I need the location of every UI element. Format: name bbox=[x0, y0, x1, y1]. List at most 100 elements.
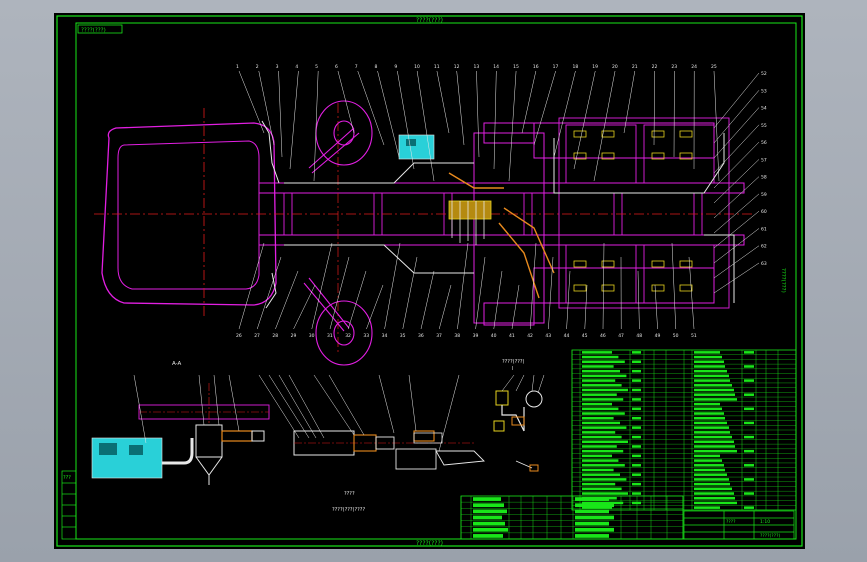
callout-number: 47 bbox=[618, 333, 624, 339]
left-revision-block bbox=[61, 470, 77, 540]
callout-number: 25 bbox=[711, 64, 717, 70]
leader-line bbox=[438, 284, 452, 330]
leader-line bbox=[420, 270, 435, 330]
callout-number: 27 bbox=[254, 333, 260, 339]
callout-number: 45 bbox=[582, 333, 588, 339]
callout-number: 52 bbox=[761, 71, 767, 77]
leader-line bbox=[553, 70, 576, 158]
leader-line bbox=[713, 210, 760, 249]
callout-number: 17 bbox=[553, 64, 559, 70]
callout-number: 41 bbox=[509, 333, 515, 339]
callout-number: 39 bbox=[473, 333, 479, 339]
leader-line bbox=[329, 256, 350, 330]
callout-number: 1 bbox=[236, 64, 239, 70]
rear-axle bbox=[473, 122, 715, 326]
callout-number: 38 bbox=[454, 333, 460, 339]
callout-number: 63 bbox=[761, 261, 767, 267]
leader-line bbox=[456, 70, 465, 146]
leader-line bbox=[278, 70, 283, 158]
battery-pack bbox=[558, 117, 730, 309]
leader-line bbox=[402, 256, 418, 330]
right-callout-labels: 52 53 54 55 56 57 58 59 60 61 62 63 bbox=[761, 71, 767, 267]
right-side-label: ????(???) bbox=[780, 268, 786, 293]
leader-line bbox=[289, 70, 299, 170]
callout-number: 46 bbox=[600, 333, 606, 339]
leader-line bbox=[384, 242, 401, 330]
callout-number: 14 bbox=[493, 64, 499, 70]
top-header-text: ????(???) bbox=[416, 17, 443, 24]
leader-line bbox=[293, 284, 316, 330]
leader-line bbox=[713, 228, 760, 264]
callout-number: 54 bbox=[761, 106, 767, 112]
callout-number: 56 bbox=[761, 140, 767, 146]
bottom-footer-text: ????(???) bbox=[416, 540, 443, 547]
callout-number: 6 bbox=[335, 64, 338, 70]
callout-number: 31 bbox=[327, 333, 333, 339]
callout-number: 61 bbox=[761, 226, 767, 232]
callout-number: 5 bbox=[315, 64, 318, 70]
callout-number: 21 bbox=[632, 64, 638, 70]
detail-view-label: ????(???) bbox=[502, 359, 525, 365]
leader-line bbox=[713, 245, 760, 279]
callout-number: 28 bbox=[272, 333, 278, 339]
callout-number: 24 bbox=[691, 64, 697, 70]
front-wheel-upper bbox=[308, 100, 373, 174]
top-leader-lines bbox=[238, 70, 720, 182]
callout-number: 10 bbox=[414, 64, 420, 70]
callout-number: 4 bbox=[295, 64, 298, 70]
cad-drawing: ????(???) ????(???) ????(???) ????(???) … bbox=[56, 15, 803, 547]
battery-cells bbox=[573, 130, 693, 292]
leader-line bbox=[508, 70, 517, 182]
callout-number: 55 bbox=[761, 123, 767, 129]
callout-number: 34 bbox=[382, 333, 388, 339]
callout-number: 9 bbox=[394, 64, 397, 70]
leader-line bbox=[347, 270, 367, 330]
leader-line bbox=[533, 70, 556, 146]
leader-line bbox=[713, 193, 760, 234]
title-sheet: ????(???) bbox=[760, 533, 780, 539]
detail-i-view: ????(???) I bbox=[493, 359, 545, 472]
leader-line bbox=[654, 284, 658, 330]
callout-number: 43 bbox=[545, 333, 551, 339]
cad-viewport[interactable]: ????(???) ????(???) ????(???) ????(???) … bbox=[54, 13, 805, 549]
callout-number: 29 bbox=[291, 333, 297, 339]
callout-number: 49 bbox=[655, 333, 661, 339]
cylinder-detail-view: ???? ????(???)???? bbox=[258, 374, 485, 513]
leader-line bbox=[713, 107, 760, 159]
leader-line bbox=[377, 70, 400, 158]
callout-number: 35 bbox=[400, 333, 406, 339]
top-left-tag: ????(???) bbox=[77, 24, 123, 34]
top-callout-labels: 1 2 3 4 5 6 7 8 9 10 11 12 13 14 15 16 17 18 19 20 21 22 23 24 2… bbox=[236, 64, 717, 70]
callout-number: 33 bbox=[363, 333, 369, 339]
callout-number: 16 bbox=[533, 64, 539, 70]
leader-line bbox=[653, 70, 655, 146]
callout-number: 22 bbox=[652, 64, 658, 70]
callout-number: 23 bbox=[671, 64, 677, 70]
leader-line bbox=[637, 270, 640, 330]
title-designation: ???? bbox=[726, 519, 736, 525]
leader-line bbox=[366, 284, 384, 330]
callout-number: 53 bbox=[761, 88, 767, 94]
callout-number: 19 bbox=[592, 64, 598, 70]
callout-number: 36 bbox=[418, 333, 424, 339]
callout-number: 18 bbox=[572, 64, 578, 70]
callout-number: 26 bbox=[236, 333, 242, 339]
callout-number: 42 bbox=[527, 333, 533, 339]
chassis-top-view: 1 2 3 4 5 6 7 8 9 10 11 12 13 14 15 16 17 18 19 20 21 22 23 24 2… bbox=[94, 64, 767, 366]
title-scale: 1:10 bbox=[760, 519, 770, 525]
leader-line bbox=[584, 284, 588, 330]
leader-line bbox=[256, 256, 282, 330]
callout-number: 44 bbox=[564, 333, 570, 339]
callout-number: 3 bbox=[276, 64, 279, 70]
leader-line bbox=[602, 242, 605, 330]
callout-number: 8 bbox=[375, 64, 378, 70]
callout-number: 40 bbox=[491, 333, 497, 339]
callout-number: 20 bbox=[612, 64, 618, 70]
leader-line bbox=[623, 70, 636, 134]
leader-line bbox=[713, 262, 760, 294]
leader-line bbox=[713, 70, 720, 182]
cab-inner bbox=[117, 140, 260, 290]
callout-number: 11 bbox=[434, 64, 440, 70]
leader-line bbox=[511, 284, 520, 330]
leader-line bbox=[416, 70, 435, 182]
